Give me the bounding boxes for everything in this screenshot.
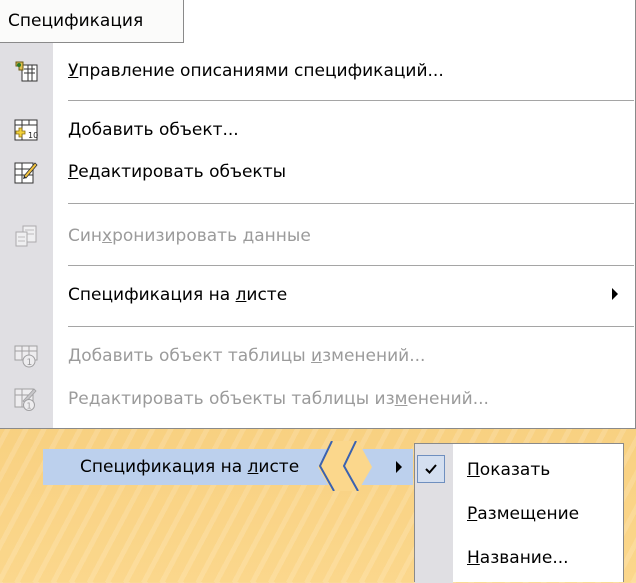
menu-item-label: Добавить объект таблицы изменений...: [68, 346, 426, 366]
svg-text:1: 1: [27, 402, 32, 411]
menu-item-add-change-table-object[interactable]: 1 Добавить объект таблицы изменений...: [0, 336, 634, 376]
menu-item-manage-spec-descriptions[interactable]: Управление описаниями спецификаций...: [0, 51, 634, 91]
submenu-arrow-icon: [612, 288, 618, 300]
checkmark-icon: [417, 455, 445, 483]
specification-menu: Спецификация Управление описаниями специ…: [0, 0, 636, 429]
menu-item-label: Редактировать объекты: [68, 162, 287, 182]
menu-separator: [68, 265, 634, 266]
edit-objects-icon: [14, 160, 38, 184]
menu-separator: [68, 203, 634, 204]
edit-change-table-objects-icon: 1: [14, 387, 38, 411]
submenu-item-title[interactable]: Название...: [415, 538, 623, 578]
menu-item-add-object[interactable]: 10 Добавить объект...: [0, 110, 634, 150]
sync-data-icon: [14, 224, 38, 248]
menu-title-label: Спецификация: [8, 11, 143, 31]
submenu-item-label: Показать: [467, 460, 551, 480]
break-marker-icon: [318, 441, 372, 491]
menu-item-spec-on-sheet[interactable]: Спецификация на листе: [0, 275, 634, 315]
spec-on-sheet-submenu: Показать Размещение Название...: [414, 443, 624, 583]
submenu-arrow-icon: [396, 461, 402, 473]
menu-item-sync-data[interactable]: Синхронизировать данные: [0, 216, 634, 256]
submenu-item-show[interactable]: Показать: [415, 450, 623, 490]
spec-descriptions-icon: [14, 59, 38, 83]
menu-separator: [68, 326, 634, 327]
menu-item-label: Управление описаниями спецификаций...: [68, 61, 444, 81]
menu-item-label: Редактировать объекты таблицы изменений.…: [68, 389, 489, 409]
submenu-item-label: Название...: [467, 548, 569, 568]
menu-item-label: Синхронизировать данные: [68, 226, 311, 246]
svg-text:1: 1: [27, 358, 33, 368]
add-change-table-object-icon: 1: [14, 344, 38, 368]
add-object-icon: 10: [14, 118, 38, 142]
menu-item-label: Добавить объект...: [68, 120, 239, 140]
menu-item-edit-objects[interactable]: Редактировать объекты: [0, 152, 634, 192]
submenu-item-placement[interactable]: Размещение: [415, 494, 623, 534]
menu-title-text: Спецификация: [8, 11, 144, 31]
menu-item-label: Спецификация на листе: [68, 285, 288, 305]
menu-title-specification[interactable]: Спецификация: [0, 0, 184, 43]
svg-text:10: 10: [28, 131, 38, 140]
cascade-item-label: Спецификация на листе: [80, 457, 300, 477]
menu-separator: [68, 100, 634, 101]
submenu-item-label: Размещение: [467, 504, 580, 524]
menu-item-edit-change-table-objects[interactable]: 1 Редактировать объекты таблицы изменени…: [0, 379, 634, 419]
